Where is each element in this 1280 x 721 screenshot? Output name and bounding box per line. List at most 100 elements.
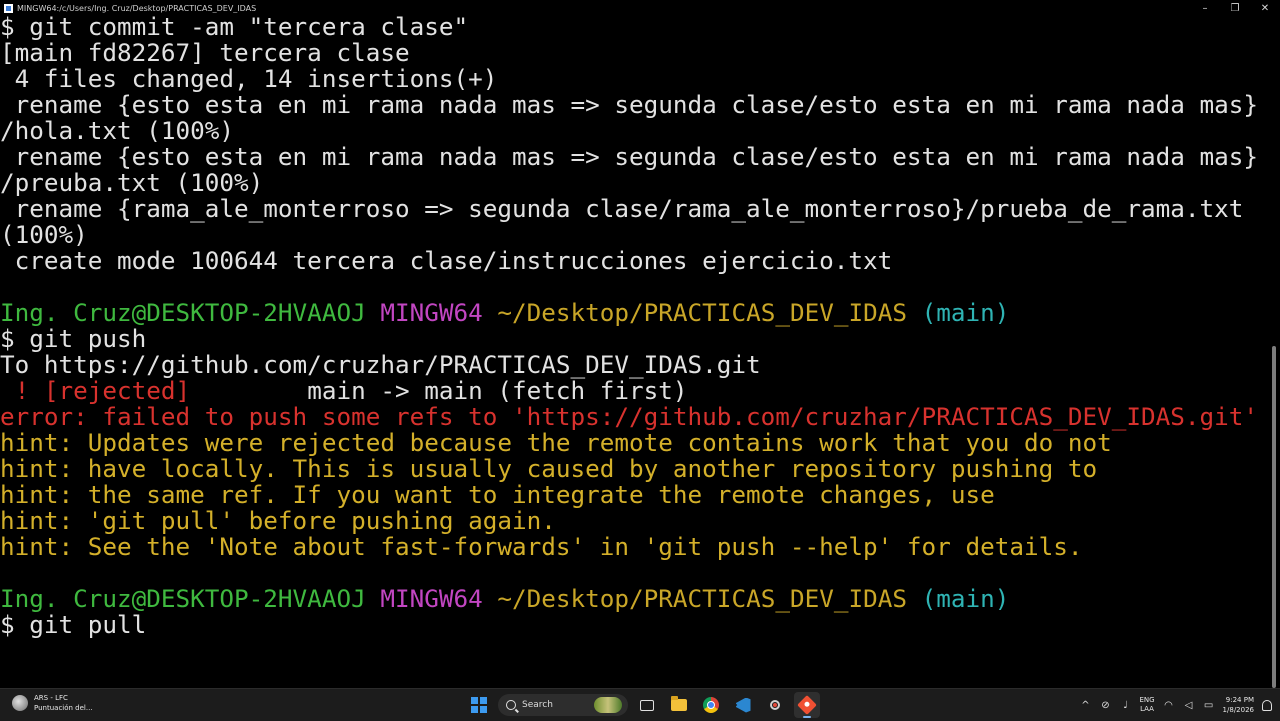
terminal-text-segment: rename {esto esta en mi rama nada mas =>…	[0, 142, 1259, 171]
terminal-line: /hola.txt (100%)	[0, 118, 1266, 144]
terminal-line: Ing. Cruz@DESKTOP-2HVAAOJ MINGW64 ~/Desk…	[0, 586, 1266, 612]
taskbar-search-box[interactable]: Search	[498, 694, 628, 716]
terminal-text-segment: /preuba.txt (100%)	[0, 168, 264, 197]
language-code: ENG	[1139, 696, 1155, 704]
windows-taskbar: ARS - LFC Puntuación del... Search ^ ⊘ ♩…	[0, 688, 1280, 721]
terminal-line: $ git push	[0, 326, 1266, 352]
terminal-scrollbar[interactable]	[1268, 16, 1280, 688]
terminal-text-segment: Ing. Cruz@DESKTOP-2HVAAOJ	[0, 298, 366, 327]
window-title: MINGW64:/c/Users/Ing. Cruz/Desktop/PRACT…	[17, 3, 257, 13]
show-hidden-icons-chevron[interactable]: ^	[1079, 699, 1091, 711]
clock-date: 1/8/2026	[1222, 706, 1254, 714]
volume-icon[interactable]: ◁	[1183, 699, 1195, 711]
terminal-text-segment: ! [rejected]	[0, 376, 191, 405]
terminal-text-segment: Ing. Cruz@DESKTOP-2HVAAOJ	[0, 584, 366, 613]
terminal-text-segment: hint: Updates were rejected because the …	[0, 428, 1112, 457]
taskbar-apps: Search	[466, 692, 820, 718]
scrollbar-thumb[interactable]	[1272, 346, 1276, 688]
battery-icon[interactable]: ▭	[1203, 699, 1215, 711]
news-widget-text: ARS - LFC Puntuación del...	[34, 693, 93, 713]
clock-time: 9:24 PM	[1225, 696, 1254, 704]
terminal-text-segment: (100%)	[0, 220, 88, 249]
terminal-text-segment: MINGW64	[380, 584, 483, 613]
terminal-line: 4 files changed, 14 insertions(+)	[0, 66, 1266, 92]
wifi-icon[interactable]: ◠	[1163, 699, 1175, 711]
terminal-line: rename {esto esta en mi rama nada mas =>…	[0, 92, 1266, 118]
terminal-text-segment: $ git pull	[0, 610, 147, 639]
terminal-line: (100%)	[0, 222, 1266, 248]
terminal-line: rename {rama_ale_monterroso => segunda c…	[0, 196, 1266, 222]
start-button[interactable]	[466, 692, 492, 718]
network-icon[interactable]: ⊘	[1099, 699, 1111, 711]
terminal-text-segment: [main fd82267] tercera clase	[0, 38, 410, 67]
terminal-output[interactable]: $ git commit -am "tercera clase" [main fd…	[0, 14, 1266, 686]
chrome-button[interactable]	[698, 692, 724, 718]
terminal-line: hint: Updates were rejected because the …	[0, 430, 1266, 456]
terminal-line: Ing. Cruz@DESKTOP-2HVAAOJ MINGW64 ~/Desk…	[0, 300, 1266, 326]
terminal-line: create mode 100644 tercera clase/instruc…	[0, 248, 1266, 274]
vscode-button[interactable]	[730, 692, 756, 718]
terminal-text-segment: ~/Desktop/PRACTICAS_DEV_IDAS	[497, 584, 907, 613]
search-placeholder: Search	[522, 700, 553, 710]
terminal-text-segment: error: failed to push some refs to 'http…	[0, 402, 1259, 431]
language-indicator[interactable]: ENG LAA	[1139, 696, 1154, 714]
terminal-text-segment: (main)	[921, 298, 1010, 327]
terminal-text-segment: To https://github.com/cruzhar/PRACTICAS_…	[0, 350, 761, 379]
keyboard-layout: LAA	[1140, 705, 1154, 713]
terminal-text-segment: hint: See the 'Note about fast-forwards'…	[0, 532, 1083, 561]
git-bash-button[interactable]	[794, 692, 820, 718]
terminal-text-segment: hint: 'git pull' before pushing again.	[0, 506, 556, 535]
search-icon	[506, 700, 516, 710]
terminal-text-segment: 4 files changed, 14 insertions(+)	[0, 64, 498, 93]
terminal-line: hint: See the 'Note about fast-forwards'…	[0, 534, 1266, 560]
news-headline: ARS - LFC	[34, 694, 68, 702]
news-widget[interactable]: ARS - LFC Puntuación del...	[12, 693, 93, 713]
terminal-line: /preuba.txt (100%)	[0, 170, 1266, 196]
terminal-text-segment: $ git commit -am "tercera clase"	[0, 14, 469, 41]
terminal-text-segment: /hola.txt (100%)	[0, 116, 235, 145]
clock[interactable]: 9:24 PM 1/8/2026	[1223, 695, 1254, 715]
microphone-icon[interactable]: ♩	[1119, 699, 1131, 711]
notification-bell-icon[interactable]	[1262, 699, 1272, 711]
terminal-line: rename {esto esta en mi rama nada mas =>…	[0, 144, 1266, 170]
terminal-line: hint: have locally. This is usually caus…	[0, 456, 1266, 482]
terminal-line: hint: 'git pull' before pushing again.	[0, 508, 1266, 534]
file-explorer-icon	[671, 696, 687, 711]
terminal-line: ! [rejected] main -> main (fetch first)	[0, 378, 1266, 404]
terminal-text-segment: rename {rama_ale_monterroso => segunda c…	[0, 194, 1244, 223]
terminal-text-segment: $ git push	[0, 324, 147, 353]
terminal-line: [main fd82267] tercera clase	[0, 40, 1266, 66]
mingw-app-icon	[4, 3, 13, 13]
terminal-text-segment: MINGW64	[380, 298, 483, 327]
sports-news-icon	[12, 695, 28, 711]
terminal-line: error: failed to push some refs to 'http…	[0, 404, 1266, 430]
task-view-icon	[640, 699, 654, 711]
windows-start-icon	[471, 697, 487, 713]
snipping-tool-button[interactable]	[762, 692, 788, 718]
file-explorer-button[interactable]	[666, 692, 692, 718]
system-tray: ^ ⊘ ♩ ENG LAA ◠ ◁ ▭ 9:24 PM 1/8/2026	[1079, 691, 1272, 719]
git-bash-icon	[797, 695, 817, 715]
terminal-line: To https://github.com/cruzhar/PRACTICAS_…	[0, 352, 1266, 378]
terminal-text-segment: (main)	[921, 584, 1010, 613]
terminal-line: $ git pull	[0, 612, 1266, 638]
terminal-line: hint: the same ref. If you want to integ…	[0, 482, 1266, 508]
vscode-icon	[735, 697, 751, 713]
terminal-line: $ git commit -am "tercera clase"	[0, 14, 1266, 40]
chrome-icon	[703, 697, 719, 713]
search-highlight-image	[594, 697, 622, 713]
task-view-button[interactable]	[634, 692, 660, 718]
terminal-text-segment: main -> main (fetch first)	[190, 376, 688, 405]
terminal-text-segment: create mode 100644 tercera clase/instruc…	[0, 246, 893, 275]
terminal-text-segment: rename {esto esta en mi rama nada mas =>…	[0, 90, 1259, 119]
news-subline: Puntuación del...	[34, 704, 93, 712]
terminal-text-segment: hint: the same ref. If you want to integ…	[0, 480, 995, 509]
